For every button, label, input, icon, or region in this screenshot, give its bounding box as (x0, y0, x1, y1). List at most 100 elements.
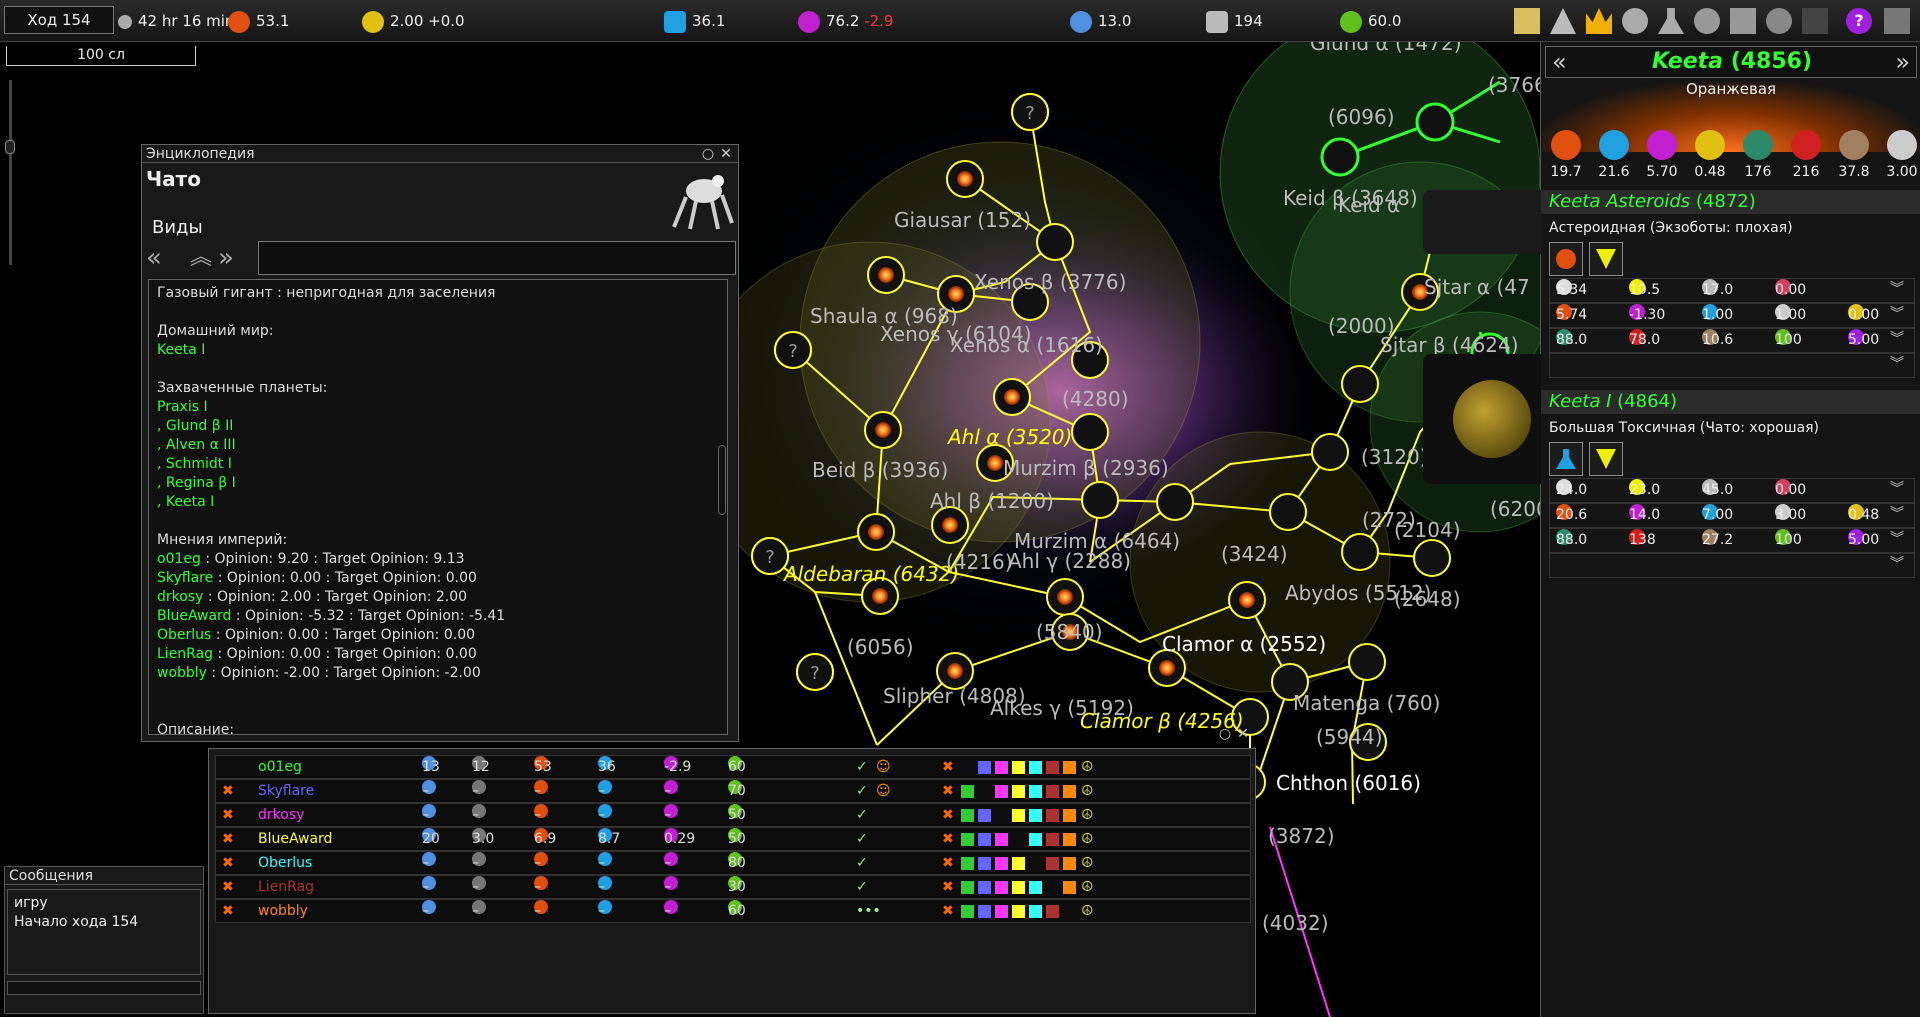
menu-icon[interactable] (1884, 8, 1910, 34)
diplomacy-status-square[interactable] (1063, 881, 1076, 894)
empires-icon[interactable] (1766, 8, 1792, 34)
population-display[interactable]: 194 (1206, 0, 1263, 42)
empire-name[interactable]: o01eg (258, 756, 302, 778)
stability-display[interactable]: 60.0 (1340, 0, 1401, 42)
tech-icon[interactable] (1730, 8, 1756, 34)
empire-row[interactable]: ✖ wobbly – – – – – 60 ••• ✖ ☮ (215, 899, 1251, 923)
next-system-icon[interactable]: » (1895, 47, 1910, 77)
diplomacy-status-square[interactable] (978, 881, 991, 894)
zoom-slider[interactable] (9, 80, 12, 265)
diplomacy-status-square[interactable] (1029, 881, 1042, 894)
peace-icon[interactable]: ☮ (1081, 876, 1094, 898)
system-resource[interactable]: 37.8 (1833, 130, 1875, 180)
system-label[interactable]: Ahl β (1200) (930, 489, 1054, 513)
system-label[interactable]: Ahl α (3520) (946, 425, 1072, 449)
system-resource[interactable]: 176 (1737, 130, 1779, 180)
empire-link[interactable]: LienRag (157, 646, 213, 662)
system-resource[interactable]: 0.48 (1689, 130, 1731, 180)
diplomacy-status-square[interactable] (995, 857, 1008, 870)
peace-icon[interactable]: ☮ (1081, 804, 1094, 826)
focus-industry-button[interactable] (1549, 242, 1583, 276)
system-label[interactable]: Sjtar α (47 (1424, 275, 1530, 299)
flask-icon[interactable] (1658, 8, 1684, 34)
diplomacy-status-square[interactable] (978, 905, 991, 918)
empire-link[interactable]: o01eg (157, 551, 201, 567)
system-label[interactable]: Aldebaran (6432) (782, 562, 959, 586)
empire-name[interactable]: Oberlus (258, 852, 312, 874)
peace-icon[interactable]: ☮ (1081, 852, 1094, 874)
system-label[interactable]: (3872) (1268, 824, 1335, 848)
diplomacy-status-square[interactable] (1012, 761, 1025, 774)
focus-dropdown-button[interactable] (1589, 242, 1623, 276)
planet-stat-row[interactable]: 20.6 14.0 7.00 3.00 0.48 ︾ (1549, 503, 1915, 528)
diplomacy-status-square[interactable] (1012, 809, 1025, 822)
system-label[interactable]: (6056) (847, 635, 914, 659)
peace-icon[interactable]: ☮ (1081, 780, 1094, 802)
diplomacy-status-square[interactable] (1029, 761, 1042, 774)
warning-icon[interactable] (1550, 8, 1576, 34)
system-label[interactable]: (4280) (1062, 387, 1129, 411)
system-label[interactable]: (3424) (1221, 542, 1288, 566)
back-arrows-icon[interactable]: « (146, 243, 180, 275)
diplomacy-status-square[interactable] (961, 881, 974, 894)
peace-icon[interactable]: ☮ (1081, 900, 1094, 922)
war-icon[interactable]: ✖ (222, 828, 234, 850)
planet-stat-row[interactable]: 88.0 78.0 10.6 100 5.00 ︾ (1549, 328, 1915, 353)
empire-row[interactable]: ✖ Skyflare – – – – – 70 ✓ ☺ ✖ ☮ (215, 779, 1251, 803)
diplomacy-status-square[interactable] (995, 761, 1008, 774)
encyclopedia-line[interactable]: , Keeta I (157, 493, 719, 512)
system-label[interactable]: (5840) (1036, 620, 1103, 644)
diplomacy-status-square[interactable] (1012, 785, 1025, 798)
diplomacy-status-square[interactable] (978, 833, 991, 846)
diplomacy-status-square[interactable] (978, 809, 991, 822)
diplomacy-status-square[interactable] (961, 905, 974, 918)
system-label[interactable]: (6096) (1328, 105, 1395, 129)
diplomacy-status-square[interactable] (1063, 785, 1076, 798)
expand-icon[interactable]: ︾ (1890, 357, 1908, 375)
diplomacy-status-square[interactable] (1063, 761, 1076, 774)
empire-link[interactable]: Skyflare (157, 570, 213, 586)
planet-entry[interactable]: Keeta Asteroids (4872) Астероидная (Экзо… (1423, 190, 1920, 378)
turn-button[interactable]: Ход 154 (4, 6, 114, 34)
expand-icon[interactable]: ︾ (1890, 507, 1908, 525)
system-label[interactable]: Clamor α (2552) (1162, 632, 1326, 656)
diplomacy-status-square[interactable] (961, 809, 974, 822)
diplomacy-status-square[interactable] (1029, 833, 1042, 846)
help-icon[interactable]: ? (1846, 8, 1872, 34)
expand-icon[interactable]: ︾ (1890, 332, 1908, 350)
buildings-row[interactable]: ︾ (1549, 553, 1915, 578)
minimize-icon[interactable]: ○ (1217, 727, 1233, 743)
diplomacy-status-square[interactable] (1063, 857, 1076, 870)
system-resource[interactable]: 5.70 (1641, 130, 1683, 180)
system-label[interactable]: Glund α (1472) (1310, 42, 1462, 55)
chat-input[interactable] (7, 981, 201, 995)
empire-link[interactable]: drkosy (157, 589, 203, 605)
system-resource[interactable]: 216 (1785, 130, 1827, 180)
diplomacy-war-icon[interactable]: ✖ (942, 780, 954, 802)
war-icon[interactable]: ✖ (222, 804, 234, 826)
empire-link[interactable]: BlueAward (157, 608, 231, 624)
expand-icon[interactable]: ︾ (1890, 557, 1908, 575)
empire-name[interactable]: drkosy (258, 804, 304, 826)
diplomacy-status-square[interactable] (1046, 785, 1059, 798)
diplomacy-status-square[interactable] (961, 785, 974, 798)
diplomacy-status-square[interactable] (1063, 809, 1076, 822)
forward-arrows-icon[interactable]: » (218, 243, 252, 275)
diplomacy-status-square[interactable] (995, 785, 1008, 798)
diplomacy-status-square[interactable] (961, 857, 974, 870)
diplomacy-status-square[interactable] (1046, 761, 1059, 774)
diplomacy-status-square[interactable] (995, 881, 1008, 894)
research-display[interactable]: 36.1 (664, 0, 725, 42)
messages-icon[interactable] (1514, 8, 1540, 34)
diplomacy-war-icon[interactable]: ✖ (942, 900, 954, 922)
diplomacy-status-square[interactable] (978, 857, 991, 870)
system-resource[interactable]: 19.7 (1545, 130, 1587, 180)
minimize-icon[interactable]: ○ (700, 147, 716, 163)
system-label[interactable]: (2648) (1394, 587, 1461, 611)
diplomacy-status-square[interactable] (995, 833, 1008, 846)
system-label[interactable]: Beid β (3936) (812, 458, 948, 482)
expand-icon[interactable]: ︾ (1890, 282, 1908, 300)
war-icon[interactable]: ✖ (222, 876, 234, 898)
close-icon[interactable]: ✕ (1235, 727, 1251, 743)
encyclopedia-line[interactable]: , Glund β II (157, 417, 719, 436)
